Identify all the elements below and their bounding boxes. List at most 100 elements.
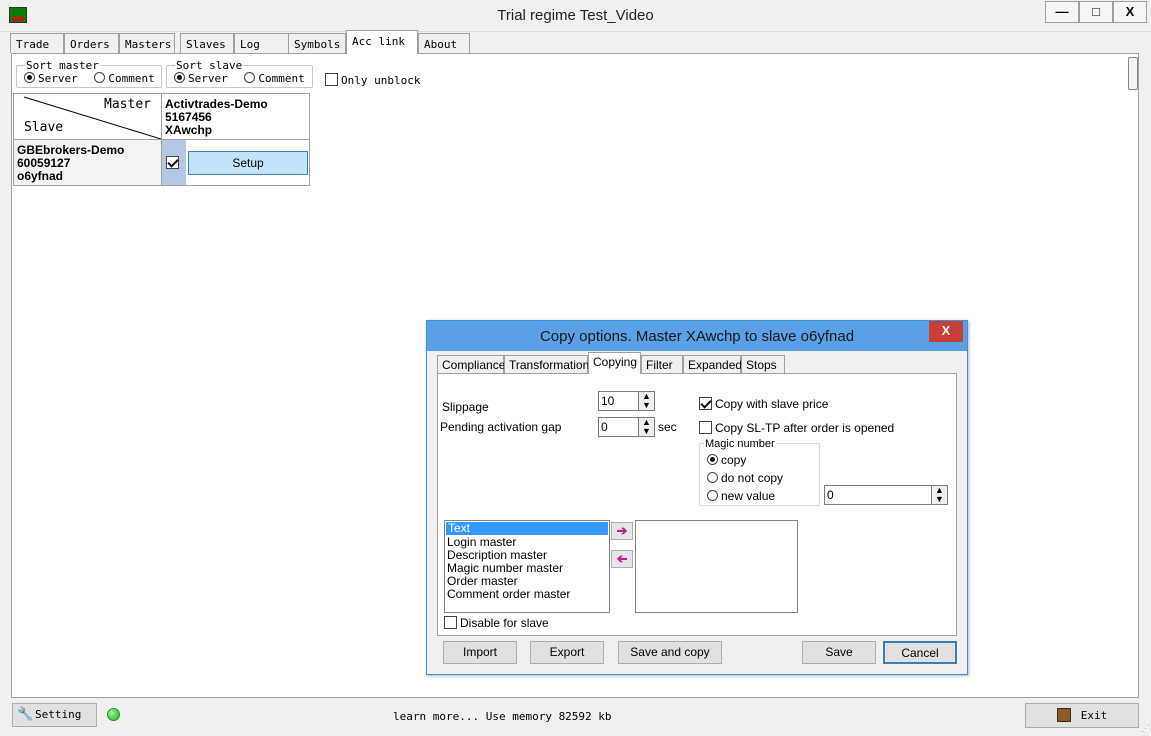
exit-door-icon: [1056, 708, 1071, 722]
tab-orders[interactable]: Orders: [64, 33, 119, 53]
remove-field-arrow-icon[interactable]: ➔: [611, 550, 633, 568]
sort-slave-comment-label: Comment: [258, 72, 305, 85]
copy-options-dialog: Copy options. Master XAwchp to slave o6y…: [426, 320, 968, 675]
pending-gap-up-down-icon[interactable]: ▲ ▼: [638, 418, 654, 436]
sort-slave-server-label: Server: [188, 72, 228, 85]
magic-copy-option[interactable]: copy: [707, 453, 746, 467]
link-checkbox-area: [162, 140, 186, 185]
setting-label: Setting: [35, 708, 82, 721]
magic-new-value-radio[interactable]: [707, 490, 718, 501]
cancel-button[interactable]: Cancel: [883, 641, 957, 664]
magic-new-value-option[interactable]: new value: [707, 489, 775, 503]
title-bar: Trial regime Test_Video — □ X: [0, 0, 1151, 32]
only-unblock-label: Only unblock: [341, 74, 421, 87]
slippage-spinner[interactable]: 10 ▲ ▼: [598, 391, 655, 411]
copy-sltp-label: Copy SL-TP after order is opened: [715, 421, 895, 435]
sort-slave-server-radio[interactable]: [174, 72, 185, 83]
sort-master-server-radio[interactable]: [24, 72, 35, 83]
setting-button[interactable]: 🔧 Setting: [12, 703, 97, 727]
dialog-title-bar: Copy options. Master XAwchp to slave o6y…: [427, 321, 967, 351]
dialog-tab-copying[interactable]: Copying: [588, 352, 641, 374]
setup-button[interactable]: Setup: [188, 151, 308, 175]
resize-grip-icon[interactable]: ⋰: [1141, 723, 1150, 733]
tab-symbols[interactable]: Symbols: [288, 33, 346, 53]
grid-corner-cell: Master Slave: [13, 93, 162, 140]
slippage-value: 10: [601, 394, 615, 408]
disable-for-slave-checkbox[interactable]: [444, 616, 457, 629]
import-button[interactable]: Import: [443, 641, 517, 664]
status-bar: 🔧 Setting learn more... Use memory 82592 …: [0, 699, 1151, 736]
tab-masters[interactable]: Masters: [119, 33, 175, 53]
copying-tab-page: Slippage 10 ▲ ▼ Pending activation gap 0 …: [437, 373, 957, 636]
list-item[interactable]: Text: [446, 522, 608, 535]
dialog-tab-expanded[interactable]: Expanded: [683, 355, 742, 373]
magic-copy-label: copy: [721, 453, 747, 467]
add-field-arrow-icon[interactable]: ➔: [611, 522, 633, 540]
magic-do-not-copy-label: do not copy: [721, 471, 784, 485]
master-header-cell: Activtrades-Demo 5167456 XAwchp: [161, 93, 310, 140]
selected-fields-list[interactable]: [635, 520, 798, 613]
slippage-label: Slippage: [442, 400, 489, 414]
tab-acc-link[interactable]: Acc link: [346, 30, 418, 54]
magic-number-group: Magic number copy do not copy new value: [699, 438, 820, 506]
dialog-tab-transformation[interactable]: Transformation: [504, 355, 589, 373]
magic-new-value-spinner[interactable]: 0 ▲ ▼: [824, 485, 948, 505]
link-checkbox[interactable]: [166, 156, 179, 169]
pending-gap-spinner[interactable]: 0 ▲ ▼: [598, 417, 655, 437]
only-unblock[interactable]: Only unblock: [325, 73, 420, 87]
exit-label: Exit: [1080, 709, 1108, 722]
disable-for-slave[interactable]: Disable for slave: [444, 616, 549, 630]
save-button[interactable]: Save: [802, 641, 876, 664]
copy-with-slave-price-label: Copy with slave price: [715, 397, 829, 411]
copy-with-slave-price-checkbox[interactable]: [699, 397, 712, 410]
link-cell: Setup: [161, 139, 310, 186]
dialog-close-button[interactable]: X: [929, 321, 963, 342]
magic-do-not-copy-radio[interactable]: [707, 472, 718, 483]
pending-gap-unit: sec: [658, 420, 677, 434]
copy-sltp-checkbox[interactable]: [699, 421, 712, 434]
master-comment: XAwchp: [165, 123, 213, 137]
magic-number-legend: Magic number: [704, 438, 776, 450]
tab-about[interactable]: About: [418, 33, 470, 53]
sort-slave-legend: Sort slave: [175, 59, 244, 72]
exit-button[interactable]: Exit: [1025, 703, 1139, 728]
export-button[interactable]: Export: [530, 641, 604, 664]
available-fields-list[interactable]: Text Login master Description master Mag…: [444, 520, 610, 613]
slippage-up-down-icon[interactable]: ▲ ▼: [638, 392, 654, 410]
magic-new-value-label: new value: [721, 489, 776, 503]
copy-sltp[interactable]: Copy SL-TP after order is opened: [699, 421, 894, 435]
status-message: learn more... Use memory 82592 kb: [393, 710, 612, 723]
close-button[interactable]: X: [1113, 1, 1147, 23]
dialog-tab-compliance[interactable]: Compliance: [437, 355, 505, 373]
slave-comment: o6yfnad: [17, 169, 64, 183]
maximize-button[interactable]: □: [1079, 1, 1113, 23]
slave-header-cell: GBEbrokers-Demo 60059127 o6yfnad: [13, 139, 162, 186]
disable-for-slave-label: Disable for slave: [460, 616, 549, 630]
tab-trade[interactable]: Trade: [10, 33, 64, 53]
only-unblock-checkbox[interactable]: [325, 73, 338, 86]
sort-master-comment-label: Comment: [108, 72, 155, 85]
list-item[interactable]: Comment order master: [445, 588, 609, 601]
sort-master-server-label: Server: [38, 72, 78, 85]
copy-with-slave-price[interactable]: Copy with slave price: [699, 397, 828, 411]
pending-gap-value: 0: [601, 420, 608, 434]
pending-gap-label: Pending activation gap: [440, 420, 562, 434]
magic-do-not-copy-option[interactable]: do not copy: [707, 471, 783, 485]
magic-new-value-up-down-icon[interactable]: ▲ ▼: [931, 486, 947, 504]
corner-slave-label: Slave: [24, 120, 64, 135]
magic-copy-radio[interactable]: [707, 454, 718, 465]
sort-slave-comment-radio[interactable]: [244, 72, 256, 83]
minimize-button[interactable]: —: [1045, 1, 1079, 23]
dialog-tab-stops[interactable]: Stops: [741, 355, 785, 373]
tab-log[interactable]: Log: [234, 33, 290, 53]
dialog-tab-filter[interactable]: Filter: [641, 355, 683, 373]
sort-master-legend: Sort master: [25, 59, 100, 72]
window-title: Trial regime Test_Video: [497, 7, 654, 24]
save-and-copy-button[interactable]: Save and copy: [618, 641, 722, 664]
tab-slaves[interactable]: Slaves: [180, 33, 234, 53]
sort-master-comment-radio[interactable]: [94, 72, 106, 83]
wrench-icon: 🔧: [17, 707, 34, 722]
vertical-scrollbar[interactable]: [1128, 57, 1138, 90]
corner-master-label: Master: [104, 97, 151, 112]
sort-master-group: Sort master Server Comment: [16, 59, 162, 88]
